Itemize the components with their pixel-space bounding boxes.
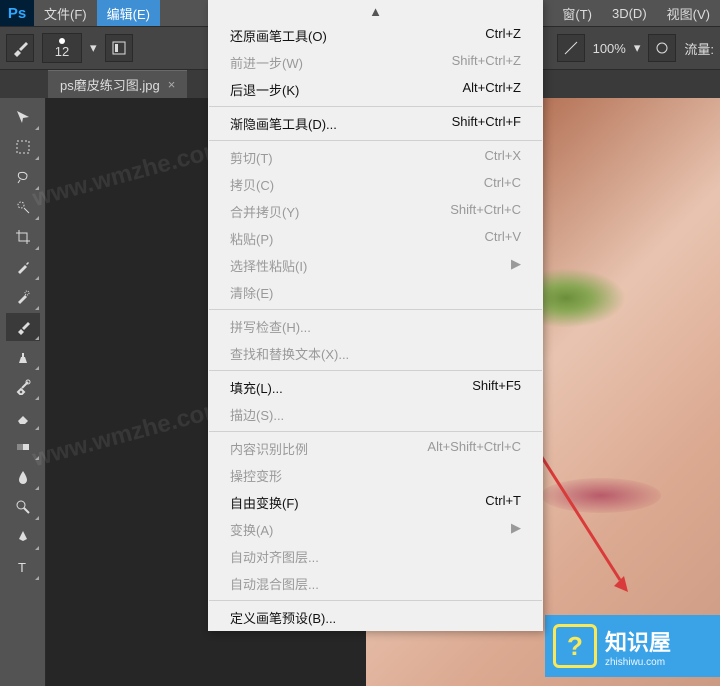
scroll-up-arrow[interactable]: ▲: [208, 0, 543, 22]
history-brush-tool[interactable]: [6, 373, 40, 401]
menu-item-label: 选择性粘贴(I): [230, 256, 307, 275]
menu-item-label: 自动混合图层...: [230, 574, 319, 593]
menu-item-label: 清除(E): [230, 283, 273, 302]
menu-edit[interactable]: 编辑(E): [97, 0, 160, 26]
close-icon[interactable]: ×: [168, 77, 176, 92]
menu-item[interactable]: 渐隐画笔工具(D)... Shift+Ctrl+F: [208, 110, 543, 137]
type-tool[interactable]: T: [6, 553, 40, 581]
flow-label: 流量:: [684, 39, 714, 58]
ps-logo: Ps: [0, 0, 34, 26]
menu-item-shortcut: Ctrl+V: [485, 229, 521, 248]
pressure-opacity-icon[interactable]: [648, 34, 676, 62]
menu-item: 粘贴(P) Ctrl+V: [208, 225, 543, 252]
menu-window[interactable]: 窗(T): [552, 0, 602, 26]
blur-tool[interactable]: [6, 463, 40, 491]
document-tab[interactable]: ps磨皮练习图.jpg ×: [48, 70, 187, 98]
edit-menu-dropdown: ▲ 还原画笔工具(O) Ctrl+Z 前进一步(W) Shift+Ctrl+Z 后退一步…: [208, 0, 543, 631]
menu-item-shortcut: Shift+Ctrl+F: [452, 114, 521, 133]
menu-item-shortcut: Shift+F5: [472, 378, 521, 397]
menu-item-shortcut: Ctrl+T: [485, 493, 521, 512]
svg-text:T: T: [18, 560, 26, 575]
menu-item-label: 还原画笔工具(O): [230, 26, 327, 45]
menu-item-shortcut: Alt+Shift+Ctrl+C: [427, 439, 521, 458]
menu-item-label: 拷贝(C): [230, 175, 274, 194]
menu-item: 查找和替换文本(X)...: [208, 340, 543, 367]
menu-item: 拷贝(C) Ctrl+C: [208, 171, 543, 198]
spot-healing-tool[interactable]: [6, 283, 40, 311]
eraser-tool[interactable]: [6, 403, 40, 431]
menu-item-label: 操控变形: [230, 466, 282, 485]
brush-tool[interactable]: [6, 313, 40, 341]
move-tool[interactable]: [6, 103, 40, 131]
menu-item-label: 后退一步(K): [230, 80, 299, 99]
zhishiwu-icon: ?: [553, 624, 597, 668]
menu-item[interactable]: 填充(L)... Shift+F5: [208, 374, 543, 401]
menu-item-shortcut: ▶: [511, 256, 521, 275]
menu-item: 操控变形: [208, 462, 543, 489]
gradient-tool[interactable]: [6, 433, 40, 461]
menu-item-label: 变换(A): [230, 520, 273, 539]
pen-tool[interactable]: [6, 523, 40, 551]
zhishiwu-badge: ? 知识屋 zhishiwu.com: [545, 615, 720, 677]
menu-item-shortcut: Shift+Ctrl+C: [450, 202, 521, 221]
menu-item: 内容识别比例 Alt+Shift+Ctrl+C: [208, 435, 543, 462]
menu-item-label: 自由变换(F): [230, 493, 299, 512]
menu-item[interactable]: 后退一步(K) Alt+Ctrl+Z: [208, 76, 543, 103]
menu-item: 拼写检查(H)...: [208, 313, 543, 340]
menu-item-label: 描边(S)...: [230, 405, 284, 424]
menu-item[interactable]: 还原画笔工具(O) Ctrl+Z: [208, 22, 543, 49]
menu-item-label: 填充(L)...: [230, 378, 283, 397]
menu-item-label: 内容识别比例: [230, 439, 308, 458]
menu-item: 描边(S)...: [208, 401, 543, 428]
document-tab-label: ps磨皮练习图.jpg: [60, 75, 160, 94]
menu-view[interactable]: 视图(V): [657, 0, 720, 26]
menu-item-shortcut: ▶: [511, 520, 521, 539]
menu-item-shortcut: Ctrl+X: [485, 148, 521, 167]
menu-item-label: 合并拷贝(Y): [230, 202, 299, 221]
current-tool-icon[interactable]: [6, 34, 34, 62]
menu-item: 合并拷贝(Y) Shift+Ctrl+C: [208, 198, 543, 225]
menu-item[interactable]: 自由变换(F) Ctrl+T: [208, 489, 543, 516]
clone-stamp-tool[interactable]: [6, 343, 40, 371]
menu-item-shortcut: Ctrl+C: [484, 175, 521, 194]
menu-item[interactable]: 定义画笔预设(B)...: [208, 604, 543, 631]
zhishiwu-subtitle: zhishiwu.com: [605, 657, 671, 668]
zoom-value: 100%: [593, 41, 626, 56]
menu-item-shortcut: Ctrl+Z: [485, 26, 521, 45]
quick-select-tool[interactable]: [6, 193, 40, 221]
toolbox: T: [0, 98, 46, 686]
menu-item-label: 拼写检查(H)...: [230, 317, 311, 336]
lasso-tool[interactable]: [6, 163, 40, 191]
zhishiwu-title: 知识屋: [605, 625, 671, 657]
menu-item: 前进一步(W) Shift+Ctrl+Z: [208, 49, 543, 76]
menu-item-label: 前进一步(W): [230, 53, 303, 72]
menu-item-label: 粘贴(P): [230, 229, 273, 248]
menu-item-label: 查找和替换文本(X)...: [230, 344, 349, 363]
menu-3d[interactable]: 3D(D): [602, 0, 657, 26]
menu-item-shortcut: Shift+Ctrl+Z: [452, 53, 521, 72]
brush-preset-picker[interactable]: 12: [42, 33, 82, 63]
menu-item: 自动对齐图层...: [208, 543, 543, 570]
menu-item-label: 自动对齐图层...: [230, 547, 319, 566]
eyedropper-tool[interactable]: [6, 253, 40, 281]
menu-item: 自动混合图层...: [208, 570, 543, 597]
brush-panel-toggle-icon[interactable]: [105, 34, 133, 62]
menu-item-label: 定义画笔预设(B)...: [230, 608, 336, 627]
menu-item: 清除(E): [208, 279, 543, 306]
menu-file[interactable]: 文件(F): [34, 0, 97, 26]
menu-item: 变换(A) ▶: [208, 516, 543, 543]
crop-tool[interactable]: [6, 223, 40, 251]
airbrush-icon[interactable]: [557, 34, 585, 62]
menu-item: 选择性粘贴(I) ▶: [208, 252, 543, 279]
dodge-tool[interactable]: [6, 493, 40, 521]
marquee-tool[interactable]: [6, 133, 40, 161]
menu-item: 剪切(T) Ctrl+X: [208, 144, 543, 171]
menu-item-label: 剪切(T): [230, 148, 273, 167]
brush-size-value: 12: [55, 44, 69, 59]
menu-item-shortcut: Alt+Ctrl+Z: [462, 80, 521, 99]
menu-item-label: 渐隐画笔工具(D)...: [230, 114, 337, 133]
